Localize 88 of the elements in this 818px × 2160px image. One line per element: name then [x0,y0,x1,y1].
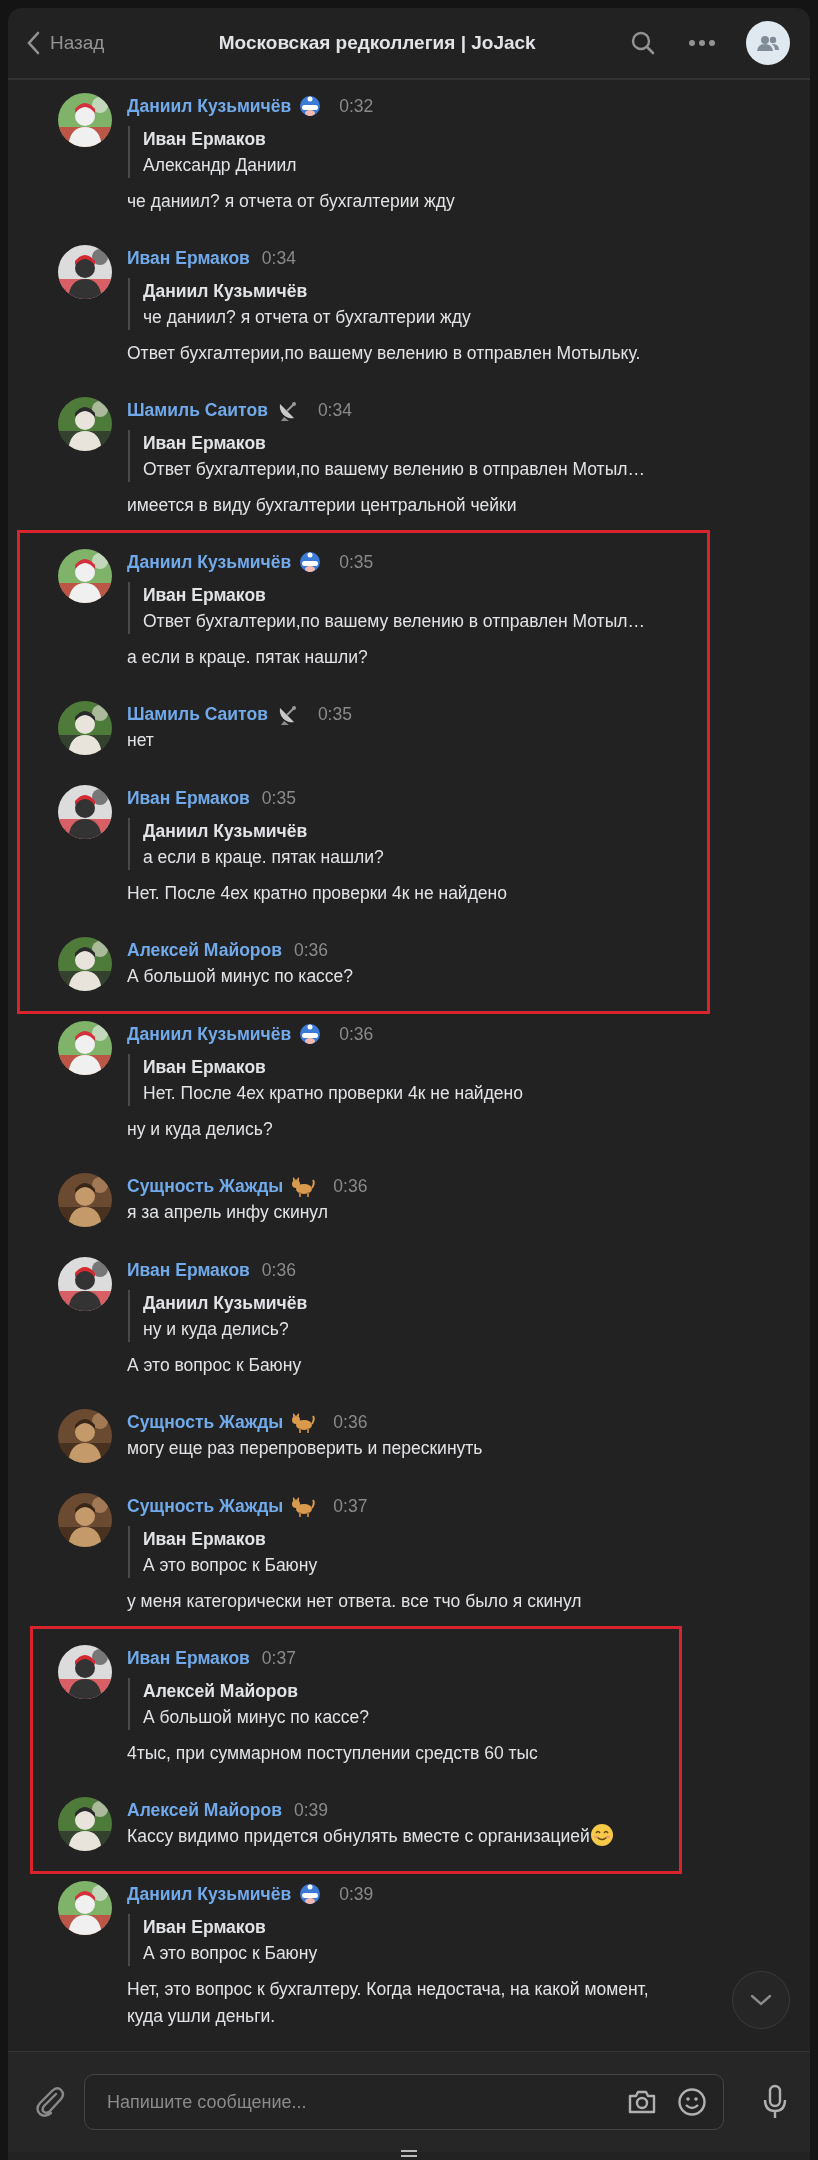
sender-name[interactable]: Даниил Кузьмичёв [127,1883,292,1905]
message-time: 0:36 [261,1259,296,1281]
message-time: 0:37 [261,1647,296,1669]
message-text: Ответ бухгалтерии,по вашему велению в отправлен Мотыльку. [127,343,641,363]
sender-name[interactable]: Сущность Жажды [127,1175,284,1197]
sender-name[interactable]: Шамиль Саитов [127,703,268,725]
group-members-button[interactable] [746,21,790,65]
message-text: Нет. После 4ех кратно проверки 4к не найдено [127,883,507,903]
message-time: 0:36 [339,1023,374,1045]
sender-name[interactable]: Даниил Кузьмичёв [127,551,292,573]
sender-name[interactable]: Сущность Жажды [127,1411,284,1433]
microphone-icon[interactable] [762,2084,788,2120]
message-time: 0:35 [339,551,374,573]
reply-text: че даниил? я отчета от бухгалтерии жду [143,306,472,329]
reply-text: Александр Даниил [143,154,298,177]
message-input[interactable]: Напишите сообщение... [105,2090,607,2114]
smiling-emoji-icon [589,1823,614,1847]
sender-name[interactable]: Иван Ермаков [127,247,250,269]
search-icon[interactable] [630,30,656,56]
message-time: 0:32 [339,95,374,117]
hero-emoji-icon [299,550,322,574]
chevron-left-icon [26,31,40,55]
back-button[interactable]: Назад [26,31,105,55]
message-time: 0:35 [261,787,296,809]
reply-author: Даниил Кузьмичёв [143,1292,309,1315]
sender-name[interactable]: Сущность Жажды [127,1495,284,1517]
emoji-icon[interactable] [677,2087,707,2117]
reply-author: Иван Ермаков [143,128,267,151]
hero-emoji-icon [299,1022,322,1046]
reply-author: Иван Ермаков [143,1528,267,1551]
sender-name[interactable]: Иван Ермаков [127,1647,250,1669]
reply-author: Алексей Майоров [143,1680,299,1703]
cat-icon [291,1175,316,1197]
message-text: че даниил? я отчета от бухгалтерии жду [127,191,455,211]
reply-author: Иван Ермаков [143,1056,267,1079]
message-text: Нет, это вопрос к бухгалтеру. Когда недостача, на какой момент, куда ушли деньги. [127,1979,649,2026]
message-text: имеется в виду бухгалтерии центральной чейки [127,495,517,515]
hero-emoji-icon [299,94,322,118]
message-text: Кассу видимо придется обнулять вместе с организацией [127,1826,590,1846]
cat-icon [291,1495,316,1517]
sender-name[interactable]: Шамиль Саитов [127,399,268,421]
message-text: могу еще раз перепроверить и перескинуть [127,1438,483,1458]
message-text: А это вопрос к Баюну [127,1355,302,1375]
message-text: у меня категорически нет ответа. все тчо было я скинул [127,1591,582,1611]
sender-name[interactable]: Алексей Майоров [127,939,282,961]
message-time: 0:36 [333,1411,368,1433]
message-time: 0:34 [261,247,296,269]
reply-text: Нет. После 4ех кратно проверки 4к не найдено [143,1082,524,1105]
cat-icon [291,1411,316,1433]
message-text: я за апрель инфу скинул [127,1202,328,1222]
reply-author: Иван Ермаков [143,432,267,455]
reply-text: Ответ бухгалтерии,по вашему велению в отправлен Мотыл… [143,458,646,481]
reply-author: Даниил Кузьмичёв [143,280,309,303]
message-field[interactable]: Напишите сообщение... [84,2074,724,2130]
chat-title: Московская редколлегия | JoJack [217,32,537,54]
sender-name[interactable]: Иван Ермаков [127,1259,250,1281]
message-time: 0:37 [333,1495,368,1517]
message-time: 0:36 [294,939,329,961]
message-text: ну и куда делись? [127,1119,273,1139]
chevron-down-icon [750,1994,772,2006]
more-icon[interactable] [688,39,716,47]
reply-text: А большой минус по кассе? [143,1706,371,1729]
message-text: а если в краце. пятак нашли? [127,647,368,667]
sender-name[interactable]: Алексей Майоров [127,1799,282,1821]
sender-name[interactable]: Даниил Кузьмичёв [127,95,292,117]
camera-icon[interactable] [627,2089,657,2115]
people-icon [756,35,780,51]
reply-author: Иван Ермаков [143,1916,267,1939]
message-text: нет [127,730,154,750]
message-time: 0:39 [339,1883,374,1905]
reply-text: А это вопрос к Баюну [143,1554,319,1577]
reply-text: Ответ бухгалтерии,по вашему велению в отправлен Мотыл… [143,610,646,633]
sender-name[interactable]: Иван Ермаков [127,787,250,809]
reply-author: Иван Ермаков [143,584,267,607]
message-time: 0:34 [317,399,352,421]
message-text: А большой минус по кассе? [127,966,354,986]
message-text: 4тыс, при суммарном поступлении средств 60 тыс [127,1743,538,1763]
sender-name[interactable]: Даниил Кузьмичёв [127,1023,292,1045]
reply-text: а если в краце. пятак нашли? [143,846,385,869]
message-time: 0:39 [294,1799,329,1821]
reply-text: ну и куда делись? [143,1318,290,1341]
reply-author: Даниил Кузьмичёв [143,820,309,843]
hero-emoji-icon [299,1882,322,1906]
drag-handle-icon[interactable] [401,2150,417,2158]
attach-icon[interactable] [34,2085,66,2119]
message-time: 0:35 [317,703,352,725]
message-time: 0:36 [333,1175,368,1197]
reply-text: А это вопрос к Баюну [143,1942,319,1965]
